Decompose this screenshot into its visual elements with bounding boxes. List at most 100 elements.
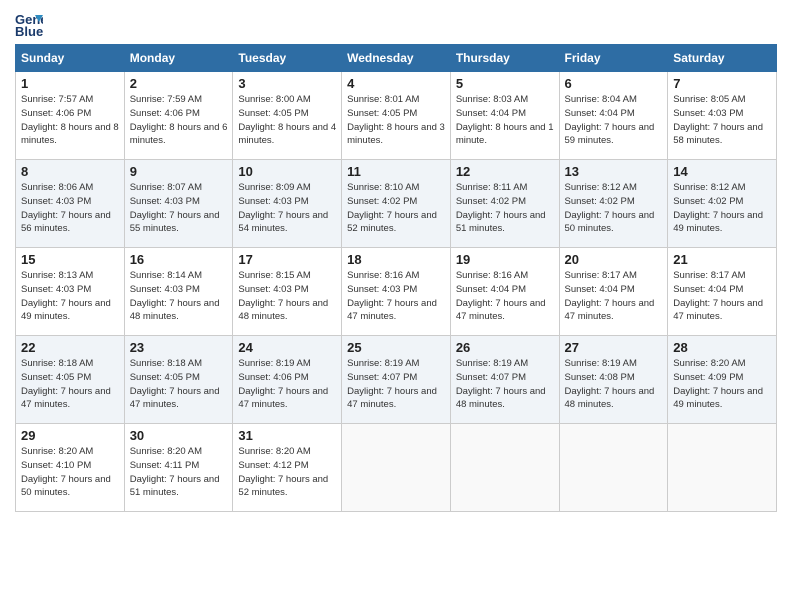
calendar-cell: 9 Sunrise: 8:07 AM Sunset: 4:03 PM Dayli… bbox=[124, 160, 233, 248]
day-number: 24 bbox=[238, 340, 336, 355]
day-info: Sunrise: 8:19 AM Sunset: 4:08 PM Dayligh… bbox=[565, 357, 663, 412]
day-number: 1 bbox=[21, 76, 119, 91]
day-number: 25 bbox=[347, 340, 445, 355]
page-header: General Blue bbox=[15, 10, 777, 38]
day-number: 15 bbox=[21, 252, 119, 267]
day-number: 6 bbox=[565, 76, 663, 91]
calendar-cell: 13 Sunrise: 8:12 AM Sunset: 4:02 PM Dayl… bbox=[559, 160, 668, 248]
day-info: Sunrise: 8:18 AM Sunset: 4:05 PM Dayligh… bbox=[130, 357, 228, 412]
calendar-cell: 25 Sunrise: 8:19 AM Sunset: 4:07 PM Dayl… bbox=[342, 336, 451, 424]
day-info: Sunrise: 8:03 AM Sunset: 4:04 PM Dayligh… bbox=[456, 93, 554, 148]
col-header-wednesday: Wednesday bbox=[342, 45, 451, 72]
calendar-cell: 21 Sunrise: 8:17 AM Sunset: 4:04 PM Dayl… bbox=[668, 248, 777, 336]
day-info: Sunrise: 8:16 AM Sunset: 4:04 PM Dayligh… bbox=[456, 269, 554, 324]
day-info: Sunrise: 8:20 AM Sunset: 4:09 PM Dayligh… bbox=[673, 357, 771, 412]
day-number: 30 bbox=[130, 428, 228, 443]
calendar-cell bbox=[342, 424, 451, 512]
calendar-cell: 30 Sunrise: 8:20 AM Sunset: 4:11 PM Dayl… bbox=[124, 424, 233, 512]
day-info: Sunrise: 8:16 AM Sunset: 4:03 PM Dayligh… bbox=[347, 269, 445, 324]
day-info: Sunrise: 8:06 AM Sunset: 4:03 PM Dayligh… bbox=[21, 181, 119, 236]
calendar-cell: 28 Sunrise: 8:20 AM Sunset: 4:09 PM Dayl… bbox=[668, 336, 777, 424]
day-number: 17 bbox=[238, 252, 336, 267]
calendar-cell: 10 Sunrise: 8:09 AM Sunset: 4:03 PM Dayl… bbox=[233, 160, 342, 248]
day-number: 27 bbox=[565, 340, 663, 355]
calendar-week-row: 8 Sunrise: 8:06 AM Sunset: 4:03 PM Dayli… bbox=[16, 160, 777, 248]
day-info: Sunrise: 8:20 AM Sunset: 4:10 PM Dayligh… bbox=[21, 445, 119, 500]
calendar-week-row: 15 Sunrise: 8:13 AM Sunset: 4:03 PM Dayl… bbox=[16, 248, 777, 336]
col-header-friday: Friday bbox=[559, 45, 668, 72]
calendar-cell: 2 Sunrise: 7:59 AM Sunset: 4:06 PM Dayli… bbox=[124, 72, 233, 160]
calendar-cell: 27 Sunrise: 8:19 AM Sunset: 4:08 PM Dayl… bbox=[559, 336, 668, 424]
col-header-saturday: Saturday bbox=[668, 45, 777, 72]
day-number: 26 bbox=[456, 340, 554, 355]
day-info: Sunrise: 8:07 AM Sunset: 4:03 PM Dayligh… bbox=[130, 181, 228, 236]
logo-icon: General Blue bbox=[15, 10, 43, 38]
day-number: 16 bbox=[130, 252, 228, 267]
day-info: Sunrise: 8:18 AM Sunset: 4:05 PM Dayligh… bbox=[21, 357, 119, 412]
day-info: Sunrise: 8:04 AM Sunset: 4:04 PM Dayligh… bbox=[565, 93, 663, 148]
calendar-cell: 6 Sunrise: 8:04 AM Sunset: 4:04 PM Dayli… bbox=[559, 72, 668, 160]
day-number: 9 bbox=[130, 164, 228, 179]
calendar-cell: 22 Sunrise: 8:18 AM Sunset: 4:05 PM Dayl… bbox=[16, 336, 125, 424]
day-info: Sunrise: 8:01 AM Sunset: 4:05 PM Dayligh… bbox=[347, 93, 445, 148]
calendar-cell: 4 Sunrise: 8:01 AM Sunset: 4:05 PM Dayli… bbox=[342, 72, 451, 160]
calendar-cell: 5 Sunrise: 8:03 AM Sunset: 4:04 PM Dayli… bbox=[450, 72, 559, 160]
day-number: 2 bbox=[130, 76, 228, 91]
calendar-cell: 29 Sunrise: 8:20 AM Sunset: 4:10 PM Dayl… bbox=[16, 424, 125, 512]
day-number: 5 bbox=[456, 76, 554, 91]
calendar-cell: 31 Sunrise: 8:20 AM Sunset: 4:12 PM Dayl… bbox=[233, 424, 342, 512]
calendar-cell: 16 Sunrise: 8:14 AM Sunset: 4:03 PM Dayl… bbox=[124, 248, 233, 336]
calendar-cell bbox=[559, 424, 668, 512]
day-number: 29 bbox=[21, 428, 119, 443]
calendar-cell: 17 Sunrise: 8:15 AM Sunset: 4:03 PM Dayl… bbox=[233, 248, 342, 336]
day-info: Sunrise: 8:19 AM Sunset: 4:06 PM Dayligh… bbox=[238, 357, 336, 412]
day-number: 31 bbox=[238, 428, 336, 443]
calendar-table: SundayMondayTuesdayWednesdayThursdayFrid… bbox=[15, 44, 777, 512]
day-number: 4 bbox=[347, 76, 445, 91]
day-number: 3 bbox=[238, 76, 336, 91]
day-number: 10 bbox=[238, 164, 336, 179]
day-info: Sunrise: 8:19 AM Sunset: 4:07 PM Dayligh… bbox=[347, 357, 445, 412]
col-header-sunday: Sunday bbox=[16, 45, 125, 72]
day-number: 21 bbox=[673, 252, 771, 267]
day-number: 13 bbox=[565, 164, 663, 179]
calendar-cell bbox=[450, 424, 559, 512]
calendar-cell: 20 Sunrise: 8:17 AM Sunset: 4:04 PM Dayl… bbox=[559, 248, 668, 336]
day-number: 28 bbox=[673, 340, 771, 355]
col-header-thursday: Thursday bbox=[450, 45, 559, 72]
day-info: Sunrise: 8:13 AM Sunset: 4:03 PM Dayligh… bbox=[21, 269, 119, 324]
day-info: Sunrise: 8:15 AM Sunset: 4:03 PM Dayligh… bbox=[238, 269, 336, 324]
calendar-week-row: 22 Sunrise: 8:18 AM Sunset: 4:05 PM Dayl… bbox=[16, 336, 777, 424]
calendar-cell: 8 Sunrise: 8:06 AM Sunset: 4:03 PM Dayli… bbox=[16, 160, 125, 248]
day-info: Sunrise: 8:10 AM Sunset: 4:02 PM Dayligh… bbox=[347, 181, 445, 236]
calendar-cell: 18 Sunrise: 8:16 AM Sunset: 4:03 PM Dayl… bbox=[342, 248, 451, 336]
day-info: Sunrise: 8:05 AM Sunset: 4:03 PM Dayligh… bbox=[673, 93, 771, 148]
day-number: 14 bbox=[673, 164, 771, 179]
day-number: 20 bbox=[565, 252, 663, 267]
day-info: Sunrise: 8:11 AM Sunset: 4:02 PM Dayligh… bbox=[456, 181, 554, 236]
calendar-cell: 23 Sunrise: 8:18 AM Sunset: 4:05 PM Dayl… bbox=[124, 336, 233, 424]
calendar-header-row: SundayMondayTuesdayWednesdayThursdayFrid… bbox=[16, 45, 777, 72]
day-info: Sunrise: 8:20 AM Sunset: 4:12 PM Dayligh… bbox=[238, 445, 336, 500]
day-info: Sunrise: 7:59 AM Sunset: 4:06 PM Dayligh… bbox=[130, 93, 228, 148]
svg-text:Blue: Blue bbox=[15, 24, 43, 38]
day-number: 22 bbox=[21, 340, 119, 355]
logo: General Blue bbox=[15, 10, 47, 38]
day-number: 12 bbox=[456, 164, 554, 179]
col-header-monday: Monday bbox=[124, 45, 233, 72]
day-info: Sunrise: 8:12 AM Sunset: 4:02 PM Dayligh… bbox=[565, 181, 663, 236]
calendar-cell: 1 Sunrise: 7:57 AM Sunset: 4:06 PM Dayli… bbox=[16, 72, 125, 160]
day-number: 11 bbox=[347, 164, 445, 179]
day-info: Sunrise: 8:17 AM Sunset: 4:04 PM Dayligh… bbox=[565, 269, 663, 324]
day-info: Sunrise: 8:17 AM Sunset: 4:04 PM Dayligh… bbox=[673, 269, 771, 324]
calendar-cell bbox=[668, 424, 777, 512]
calendar-cell: 26 Sunrise: 8:19 AM Sunset: 4:07 PM Dayl… bbox=[450, 336, 559, 424]
day-info: Sunrise: 8:09 AM Sunset: 4:03 PM Dayligh… bbox=[238, 181, 336, 236]
calendar-cell: 7 Sunrise: 8:05 AM Sunset: 4:03 PM Dayli… bbox=[668, 72, 777, 160]
calendar-week-row: 1 Sunrise: 7:57 AM Sunset: 4:06 PM Dayli… bbox=[16, 72, 777, 160]
calendar-cell: 14 Sunrise: 8:12 AM Sunset: 4:02 PM Dayl… bbox=[668, 160, 777, 248]
day-info: Sunrise: 8:19 AM Sunset: 4:07 PM Dayligh… bbox=[456, 357, 554, 412]
day-info: Sunrise: 8:14 AM Sunset: 4:03 PM Dayligh… bbox=[130, 269, 228, 324]
day-info: Sunrise: 8:12 AM Sunset: 4:02 PM Dayligh… bbox=[673, 181, 771, 236]
day-number: 7 bbox=[673, 76, 771, 91]
